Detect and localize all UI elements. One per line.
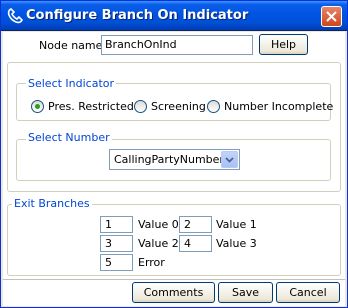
window-title: Configure Branch On Indicator [26,8,249,23]
dialog-window: Configure Branch On Indicator Node name … [0,0,348,308]
radio-selected-dot [35,104,40,109]
radio-label-screening: Screening [151,100,206,113]
close-icon [326,11,337,22]
exit-label-value-2: Value 2 [138,237,179,250]
exit-branches-legend: Exit Branches [12,197,92,210]
radio-pres-restricted[interactable] [31,100,44,113]
chevron-down-icon [225,157,234,163]
radio-label-number-incomplete: Number Incomplete [224,100,334,113]
node-name-input[interactable]: BranchOnInd [101,35,253,55]
close-button[interactable] [321,6,342,27]
exit-label-value-0: Value 0 [138,218,179,231]
select-number-dropdown[interactable]: CallingPartyNumber [109,149,240,170]
exit-box-3[interactable]: 3 [100,235,133,252]
radio-screening[interactable] [134,100,147,113]
select-number-legend: Select Number [26,131,112,144]
radio-label-pres-restricted: Pres. Restricted [48,100,134,113]
exit-label-value-1: Value 1 [216,218,257,231]
comments-button[interactable]: Comments [132,282,215,303]
footer-separator [3,279,345,280]
cancel-button[interactable]: Cancel [276,282,340,303]
exit-label-error: Error [138,256,165,269]
phone-handset-icon [7,8,23,24]
node-name-label: Node name [39,39,103,52]
radio-number-incomplete[interactable] [207,100,220,113]
exit-box-1[interactable]: 1 [100,216,133,233]
exit-box-4[interactable]: 4 [179,235,212,252]
save-button[interactable]: Save [218,282,273,303]
select-number-value: CallingPartyNumber [114,153,224,166]
exit-box-5[interactable]: 5 [100,254,133,271]
exit-box-2[interactable]: 2 [179,216,212,233]
dropdown-toggle[interactable] [221,151,238,168]
title-bar[interactable]: Configure Branch On Indicator [1,1,347,31]
help-button[interactable]: Help [259,34,308,55]
dialog-content: Node name BranchOnInd Help Select Indica… [3,32,345,306]
select-indicator-legend: Select Indicator [26,77,117,90]
exit-label-value-3: Value 3 [216,237,257,250]
